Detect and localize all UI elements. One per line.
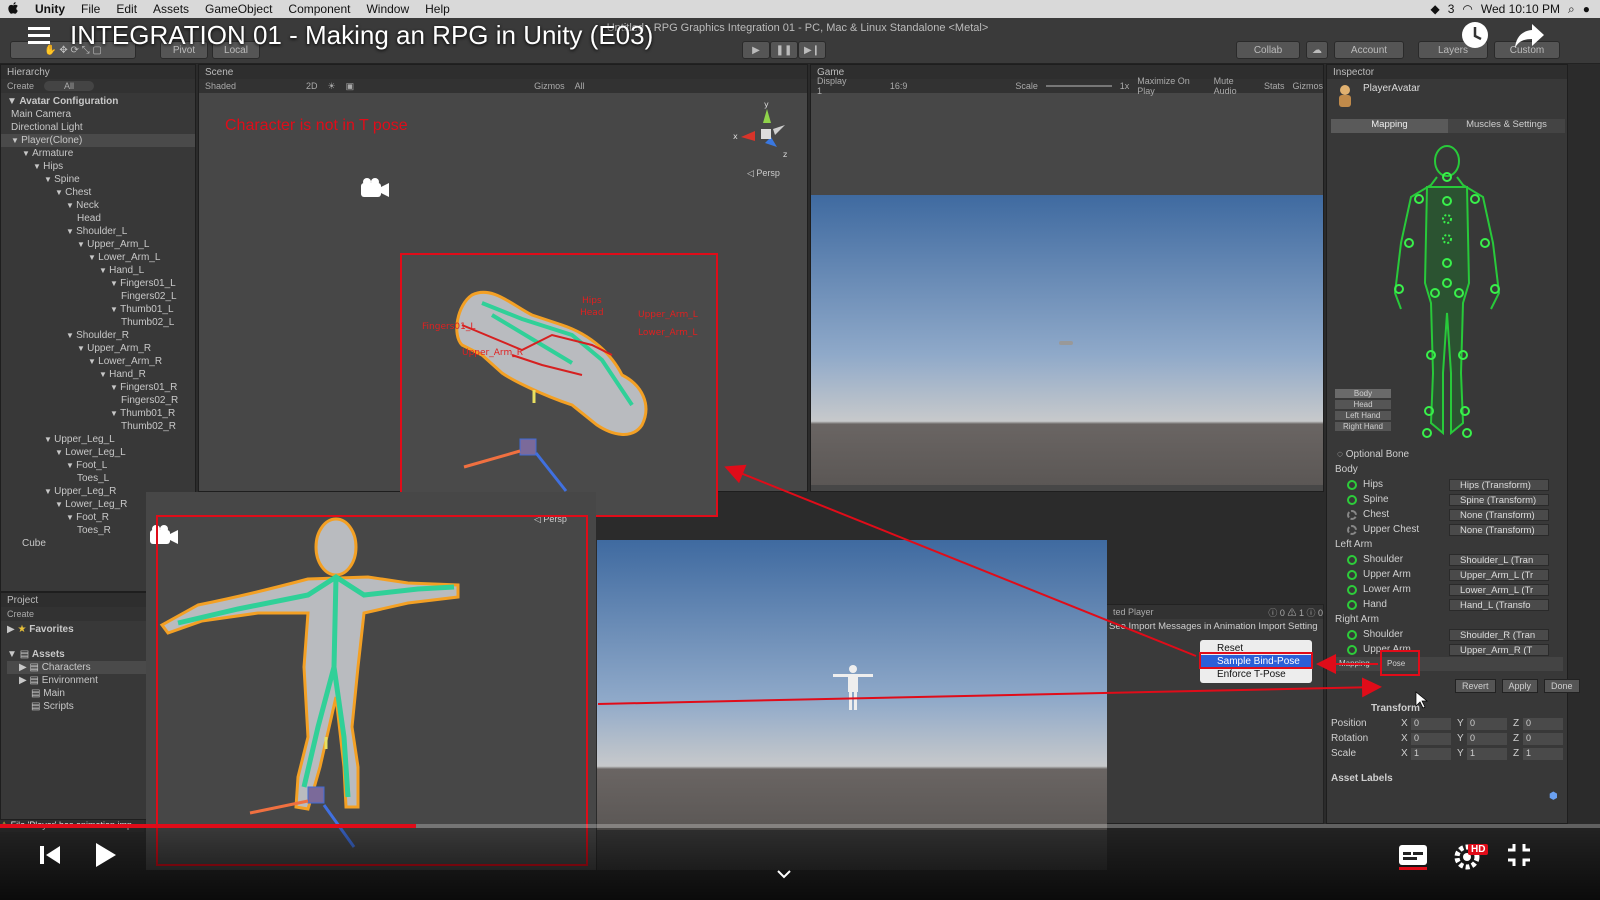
previous-icon[interactable]: [38, 844, 62, 871]
arrow-to-bind-pose: [724, 464, 1197, 657]
player-controls: HD: [0, 828, 1600, 900]
captions-icon[interactable]: [1398, 844, 1428, 875]
exit-fullscreen-icon[interactable]: [1506, 842, 1532, 873]
arrow-to-pose-button: [597, 677, 1382, 705]
annotation-arrows: [597, 464, 1428, 709]
screenshot-root: Unity File Edit Assets GameObject Compon…: [0, 0, 1600, 900]
hd-badge: HD: [1468, 844, 1489, 855]
mouse-cursor: [1415, 691, 1428, 709]
play-icon[interactable]: [94, 842, 118, 873]
chevron-down-icon[interactable]: [776, 866, 792, 884]
